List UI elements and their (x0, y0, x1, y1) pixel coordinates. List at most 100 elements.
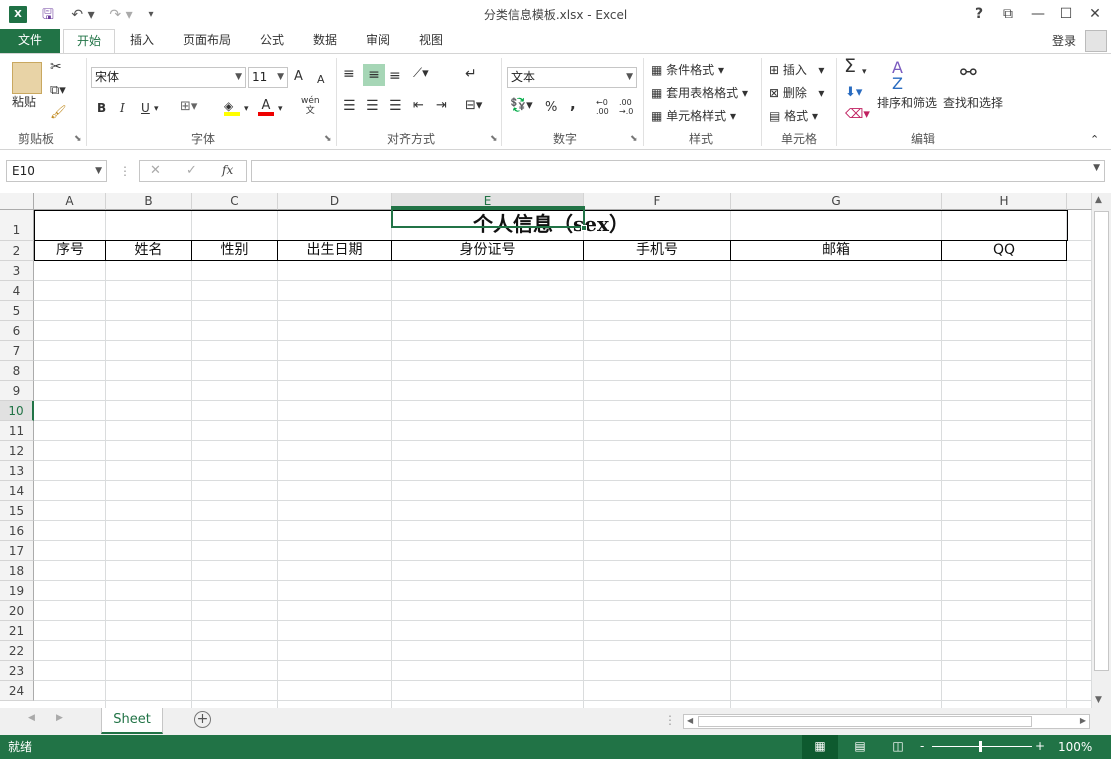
row-header[interactable]: 10 (0, 401, 34, 421)
row-header[interactable]: 14 (0, 481, 34, 501)
chevron-down-icon[interactable]: ▾ (862, 64, 867, 80)
row-header[interactable]: 21 (0, 621, 34, 641)
wrap-text-icon[interactable]: ↵ (465, 66, 477, 82)
close-button[interactable]: ✕ (1081, 4, 1109, 24)
sign-in-link[interactable]: 登录 (1052, 32, 1076, 49)
grow-font-button[interactable]: A (294, 69, 303, 85)
binoculars-icon[interactable]: ⚯ (960, 62, 977, 82)
font-size-select[interactable]: 11 ▼ (248, 67, 288, 88)
formula-input[interactable]: ▼ (251, 160, 1105, 182)
find-select-button[interactable]: 查找和选择 (943, 95, 1003, 111)
tab-data[interactable]: 数据 (305, 29, 345, 53)
column-header[interactable]: A (34, 193, 106, 210)
avatar[interactable] (1085, 30, 1107, 52)
format-painter-icon[interactable]: 🖌 (50, 105, 67, 121)
font-name-select[interactable]: 宋体 ▼ (91, 67, 246, 88)
row-header[interactable]: 12 (0, 441, 34, 461)
increase-indent-icon[interactable]: ⇥ (436, 98, 447, 114)
align-right-icon[interactable]: ☰ (389, 98, 402, 114)
insert-function-icon[interactable]: fx (222, 163, 233, 177)
row-header[interactable]: 23 (0, 661, 34, 681)
header-cell[interactable]: 身份证号 (392, 241, 584, 261)
decrease-decimal-icon[interactable]: .00 →.0 (619, 98, 633, 116)
vertical-scrollbar[interactable]: ▲ ▼ (1092, 193, 1111, 708)
header-cell[interactable]: 姓名 (106, 241, 192, 261)
ribbon-display-icon[interactable]: ⧉ (994, 4, 1022, 24)
shrink-font-button[interactable]: A (317, 72, 325, 88)
next-sheet-icon[interactable]: ▶ (56, 713, 63, 723)
underline-button[interactable]: U (141, 100, 150, 116)
align-middle-icon[interactable]: ≡ (363, 64, 385, 86)
page-break-view-icon[interactable]: ◫ (888, 735, 908, 757)
percent-button[interactable]: % (545, 100, 557, 116)
italic-button[interactable]: I (120, 100, 125, 116)
expand-formula-icon[interactable]: ▼ (1093, 163, 1100, 173)
row-header[interactable]: 1 (0, 210, 34, 241)
maximize-button[interactable]: ☐ (1052, 4, 1080, 24)
currency-icon[interactable]: 💱▾ (510, 98, 533, 114)
row-header[interactable]: 16 (0, 521, 34, 541)
tab-file[interactable]: 文件 (0, 29, 60, 53)
cut-icon[interactable]: ✂ (50, 59, 62, 75)
alignment-launcher-icon[interactable]: ⬊ (490, 134, 498, 144)
splitter-icon[interactable]: ⋮ (664, 713, 676, 727)
header-cell[interactable]: 性别 (192, 241, 278, 261)
align-center-icon[interactable]: ☰ (366, 98, 379, 114)
delete-cells-button[interactable]: ⊠ 删除 ▾ (769, 85, 824, 101)
header-cell[interactable]: 序号 (34, 241, 106, 261)
row-header[interactable]: 18 (0, 561, 34, 581)
align-bottom-icon[interactable]: ≡ (389, 68, 401, 84)
row-header[interactable]: 24 (0, 681, 34, 701)
column-header[interactable]: B (106, 193, 192, 210)
zoom-in-button[interactable]: + (1035, 735, 1045, 757)
orientation-icon[interactable]: ⟋▾ (413, 66, 429, 82)
insert-cells-button[interactable]: ⊞ 插入 ▾ (769, 62, 824, 78)
row-header[interactable]: 11 (0, 421, 34, 441)
scroll-down-icon[interactable]: ▼ (1095, 695, 1102, 705)
paste-icon[interactable] (12, 62, 42, 94)
tab-insert[interactable]: 插入 (122, 29, 162, 53)
row-header[interactable]: 3 (0, 261, 34, 281)
conditional-formatting-button[interactable]: ▦ 条件格式 ▾ (651, 62, 724, 78)
autosum-icon[interactable]: Σ (844, 57, 856, 76)
number-format-select[interactable]: 文本 ▼ (507, 67, 637, 88)
align-left-icon[interactable]: ☰ (343, 98, 356, 114)
sort-filter-button[interactable]: 排序和筛选 (877, 95, 937, 111)
comma-button[interactable]: , (570, 96, 576, 112)
row-header[interactable]: 4 (0, 281, 34, 301)
row-header[interactable]: 22 (0, 641, 34, 661)
zoom-slider[interactable] (932, 746, 1032, 747)
increase-decimal-icon[interactable]: ←0.00 (596, 98, 609, 116)
scroll-up-icon[interactable]: ▲ (1095, 195, 1102, 205)
column-header[interactable]: G (731, 193, 942, 210)
format-as-table-button[interactable]: ▦ 套用表格格式 ▾ (651, 85, 748, 101)
paste-button[interactable]: 粘贴 (12, 94, 36, 110)
fill-icon[interactable]: ⬇▾ (845, 85, 862, 101)
page-layout-view-icon[interactable]: ▤ (850, 735, 870, 757)
font-color-icon[interactable]: A (258, 98, 274, 116)
name-box[interactable]: E10 ▼ (6, 160, 107, 182)
prev-sheet-icon[interactable]: ◀ (28, 713, 35, 723)
row-header[interactable]: 13 (0, 461, 34, 481)
select-all-button[interactable] (0, 193, 34, 210)
header-cell[interactable]: 出生日期 (278, 241, 392, 261)
scroll-right-icon[interactable]: ▶ (1080, 716, 1086, 725)
decrease-indent-icon[interactable]: ⇤ (413, 98, 424, 114)
header-cell[interactable]: 邮箱 (731, 241, 942, 261)
sheet-tab[interactable]: Sheet (101, 708, 163, 734)
row-header[interactable]: 17 (0, 541, 34, 561)
add-sheet-icon[interactable]: + (194, 711, 211, 728)
zoom-thumb[interactable] (979, 741, 982, 752)
zoom-level[interactable]: 100% (1058, 736, 1092, 758)
chevron-down-icon[interactable]: ▾ (278, 101, 283, 117)
scroll-thumb[interactable] (698, 716, 1032, 727)
row-header[interactable]: 2 (0, 241, 34, 261)
column-header[interactable]: C (192, 193, 278, 210)
tab-review[interactable]: 审阅 (358, 29, 398, 53)
tab-home[interactable]: 开始 (63, 29, 115, 54)
fill-color-icon[interactable]: ◈ (224, 98, 240, 116)
align-top-icon[interactable]: ≡ (343, 66, 355, 82)
row-header[interactable]: 19 (0, 581, 34, 601)
tab-page-layout[interactable]: 页面布局 (176, 29, 238, 53)
minimize-button[interactable]: — (1024, 4, 1052, 24)
